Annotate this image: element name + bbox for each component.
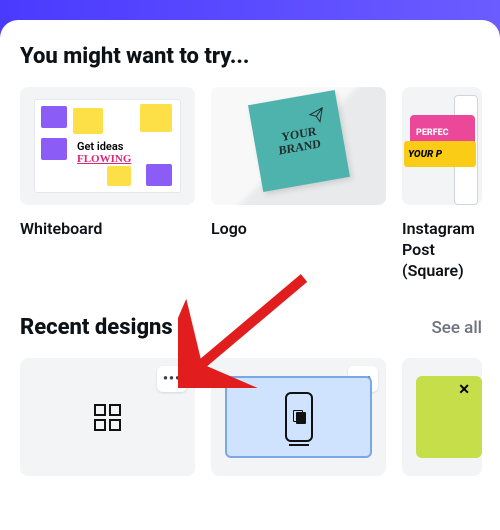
recent-design-card[interactable]: ✕ (402, 358, 482, 476)
recent-design-card[interactable]: ••• (20, 358, 195, 476)
try-scroll[interactable]: Get ideas FLOWING Whiteboard YOUR BRAND (20, 87, 500, 281)
template-card-whiteboard[interactable]: Get ideas FLOWING Whiteboard (20, 87, 195, 281)
card-label: Logo (211, 219, 386, 240)
home-sheet: You might want to try... Get ideas FLOWI… (0, 20, 500, 530)
thumb-logo: YOUR BRAND (211, 87, 386, 205)
phone-icon (285, 392, 313, 442)
thumb-instagram: PERFEC YOUR P (402, 87, 482, 205)
more-menu-button[interactable]: ••• (157, 366, 187, 392)
template-grid-icon (94, 404, 121, 431)
section-title-try: You might want to try... (20, 44, 500, 69)
ig-yellow-label: YOUR P (404, 141, 476, 167)
recent-thumb-grid: ••• (20, 358, 195, 476)
wb-text-2: FLOWING (77, 153, 131, 165)
section-title-recent: Recent designs (20, 315, 173, 340)
close-icon: ✕ (458, 382, 470, 398)
wb-text-1: Get ideas (77, 140, 131, 153)
template-card-logo[interactable]: YOUR BRAND Logo (211, 87, 386, 281)
thumb-whiteboard: Get ideas FLOWING (20, 87, 195, 205)
template-card-instagram[interactable]: PERFEC YOUR P Instagram Post (Square) (402, 87, 482, 281)
paper-plane-icon (308, 106, 327, 125)
stack-icon (293, 410, 305, 424)
recent-thumb-phone: ••• (211, 358, 386, 476)
recent-thumb-lime: ✕ (402, 358, 482, 476)
see-all-link[interactable]: See all (431, 318, 482, 338)
recent-scroll[interactable]: ••• ••• (20, 358, 500, 476)
recent-design-card[interactable]: ••• (211, 358, 386, 476)
card-label: Instagram Post (Square) (402, 219, 482, 281)
card-label: Whiteboard (20, 219, 195, 240)
